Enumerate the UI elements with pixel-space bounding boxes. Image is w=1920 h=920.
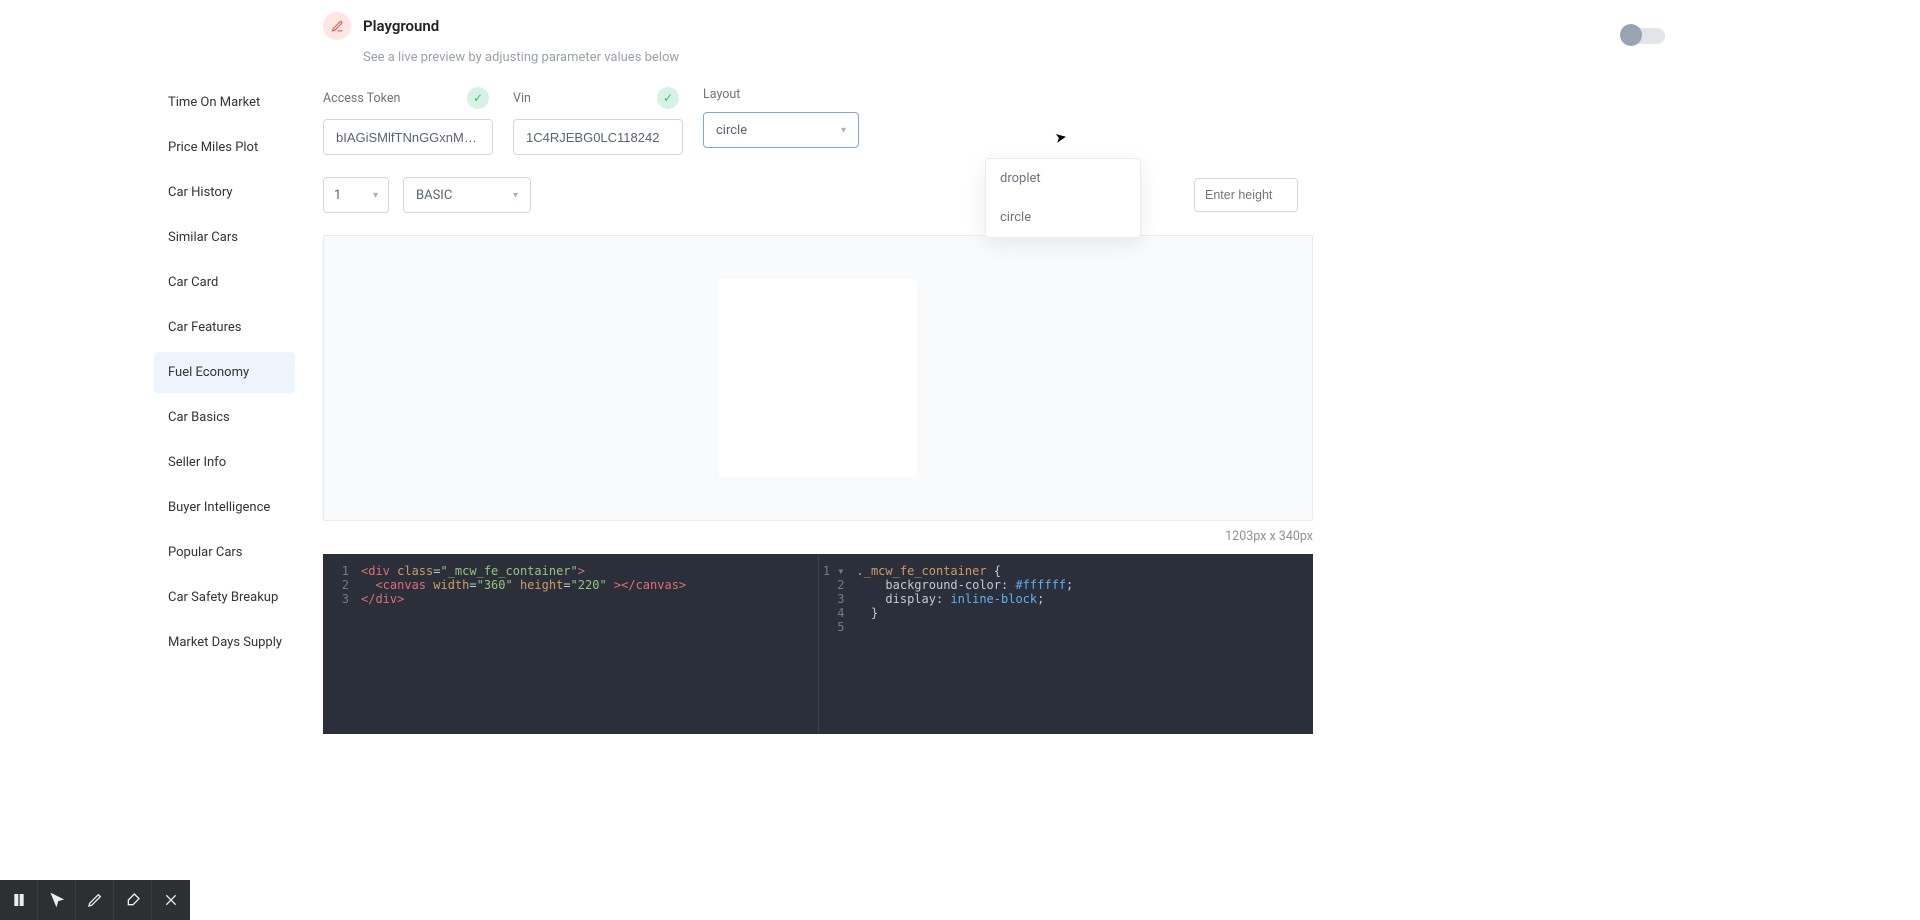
code-pane-css[interactable]: 1 ▾._mcw_fe_container {2 background-colo… [818, 554, 1314, 734]
check-icon: ✓ [467, 87, 489, 109]
sidebar-item-car-card[interactable]: Car Card [154, 262, 295, 303]
param-access-token: Access Token ✓ [323, 87, 493, 155]
preview-canvas [719, 279, 917, 477]
sidebar-item-car-features[interactable]: Car Features [154, 307, 295, 348]
page-title: Playground [363, 17, 439, 35]
playground-icon [323, 12, 351, 40]
code-pane-html[interactable]: 1<div class="_mcw_fe_container">2 <canva… [323, 554, 818, 734]
close-icon[interactable] [152, 880, 190, 920]
count-select-value: 1 [334, 188, 341, 203]
toggle-knob [1620, 24, 1642, 46]
marker-icon[interactable] [114, 880, 152, 920]
layout-select[interactable]: circle ▾ [703, 112, 859, 148]
layout-dropdown: dropletcircle [985, 158, 1141, 238]
sidebar-item-car-history[interactable]: Car History [154, 172, 295, 213]
chevron-down-icon: ▾ [513, 190, 518, 201]
check-icon: ✓ [657, 87, 679, 109]
chevron-down-icon: ▾ [373, 190, 378, 201]
sidebar-item-car-safety-breakup[interactable]: Car Safety Breakup [154, 577, 295, 618]
count-select[interactable]: 1 ▾ [323, 177, 389, 213]
access-token-input[interactable] [323, 119, 493, 155]
sidebar-item-similar-cars[interactable]: Similar Cars [154, 217, 295, 258]
height-input[interactable] [1194, 178, 1298, 212]
layout-option-circle[interactable]: circle [986, 198, 1140, 237]
sidebar-item-price-miles-plot[interactable]: Price Miles Plot [154, 127, 295, 168]
page-subtitle: See a live preview by adjusting paramete… [363, 50, 1920, 65]
layout-option-droplet[interactable]: droplet [986, 159, 1140, 198]
pointer-icon[interactable] [38, 880, 76, 920]
sidebar-item-seller-info[interactable]: Seller Info [154, 442, 295, 483]
param-label: Access Token [323, 91, 400, 106]
param-label: Vin [513, 91, 531, 106]
param-vin: Vin ✓ [513, 87, 683, 155]
sidebar-item-time-on-market[interactable]: Time On Market [154, 82, 295, 123]
bottom-toolbar [0, 880, 190, 920]
code-panes: 1<div class="_mcw_fe_container">2 <canva… [323, 554, 1313, 734]
sidebar-item-car-basics[interactable]: Car Basics [154, 397, 295, 438]
pencil-icon[interactable] [76, 880, 114, 920]
mode-select-value: BASIC [416, 188, 452, 203]
param-label: Layout [703, 87, 740, 102]
mode-select[interactable]: BASIC ▾ [403, 177, 531, 213]
chevron-down-icon: ▾ [841, 125, 846, 136]
layout-select-value: circle [716, 123, 747, 138]
preview-area [323, 235, 1313, 521]
sidebar-item-buyer-intelligence[interactable]: Buyer Intelligence [154, 487, 295, 528]
sidebar-item-popular-cars[interactable]: Popular Cars [154, 532, 295, 573]
sidebar-item-fuel-economy[interactable]: Fuel Economy [154, 352, 295, 393]
vin-input[interactable] [513, 119, 683, 155]
param-layout: Layout circle ▾ [703, 87, 859, 155]
sidebar: Time On MarketPrice Miles PlotCar Histor… [0, 0, 295, 734]
mouse-cursor: ➤ [1054, 129, 1068, 147]
main: Playground See a live preview by adjusti… [295, 0, 1920, 734]
preview-toggle[interactable] [1623, 28, 1665, 44]
preview-dimensions: 1203px x 340px [323, 529, 1313, 544]
sidebar-item-market-days-supply[interactable]: Market Days Supply [154, 622, 295, 663]
pause-icon[interactable] [0, 880, 38, 920]
